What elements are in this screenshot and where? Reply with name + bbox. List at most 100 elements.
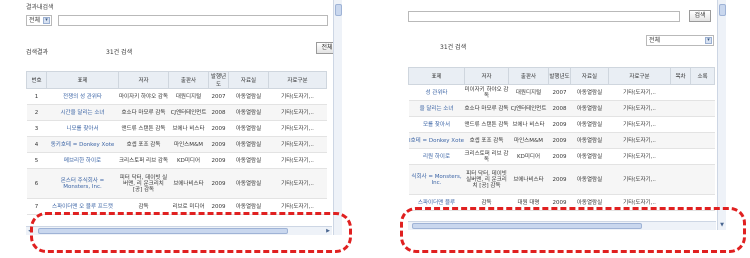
table-row[interactable]: 3 니모를 찾아서 앤드류 스탠튼 감독 브에나 비스타 2009 아동열람실 기타(도자기…	[26, 120, 327, 137]
right-vertical-scrollbar[interactable]: ▼	[717, 0, 726, 230]
chevron-down-icon: ▾	[705, 37, 712, 44]
table-cell: CJ엔터테인먼트	[168, 104, 209, 121]
table-cell: 기타(도자기,..	[608, 84, 671, 101]
table-cell: 2009	[548, 132, 571, 149]
title-link[interactable]: 성 관위타	[408, 84, 465, 101]
column-header: 자료구분	[608, 67, 671, 85]
column-header: 번호	[26, 71, 47, 89]
title-link[interactable]: 동키호테 = Donkey Xote	[46, 136, 119, 153]
table-cell: 아동열람실	[228, 168, 269, 199]
left-result-count: 31건 검색	[106, 49, 133, 56]
column-header: 표제	[408, 67, 465, 85]
left-vertical-scrollbar[interactable]	[333, 0, 342, 235]
table-cell: 기타(도자기,..	[608, 100, 671, 117]
table-cell: 기타(도자기,..	[608, 132, 671, 149]
title-link[interactable]: 을 달리는 소녀	[408, 100, 465, 117]
table-cell: 기타(도자기,..	[268, 88, 327, 105]
table-cell: 아동열람실	[570, 100, 609, 117]
table-row[interactable]: 을 달리는 소녀 호소다 마모루 감독 CJ엔터테인먼트 2008 아동열람실 기타(도자…	[408, 100, 715, 117]
table-cell: 아동열람실	[228, 136, 269, 153]
table-cell: 아동열람실	[570, 84, 609, 101]
title-link[interactable]: 식회사 = Monsters, Inc.	[408, 164, 465, 195]
right-search-panel: 검색 전체 ▾ 31건 검색 표제 저자 출판사 발행년도 자료실 자료구분 목차 소록 성 …	[408, 0, 726, 242]
table-cell: 마이자키 하야오 감독	[118, 88, 169, 105]
table-cell: 미이자키 하야오 감독	[464, 84, 509, 101]
table-cell: 2009	[208, 120, 229, 137]
table-cell: 2007	[548, 84, 571, 101]
table-cell	[670, 164, 691, 195]
left-vscroll-thumb[interactable]	[335, 4, 342, 16]
table-row[interactable]: 1 전쟁의 성 관위타 마이자키 하야오 감독 대원디지털 2007 아동열람실 기타(도자…	[26, 88, 327, 105]
table-row[interactable]: 2 시간을 달리는 소녀 호소다 마모루 감독 CJ엔터테인먼트 2008 아동열람실 기타…	[26, 104, 327, 121]
table-row[interactable]: I호테 = Donkey Xote 호셉 포조 감독 마인스M&M 2009 아동열람실…	[408, 132, 715, 149]
table-cell: 앤드류 스탠튼 감독	[464, 116, 509, 133]
table-cell	[670, 148, 691, 165]
table-row[interactable]: 6 몬스터 주식회사 = Monsters, Inc. 피터 닥터, 데이빗 실버맨…	[26, 168, 327, 199]
right-search-input[interactable]	[408, 11, 680, 22]
table-cell: CJ엔터테인먼트	[508, 100, 549, 117]
table-cell: 피터 닥터, 데이빗 실버맨, 리 운크리치 [공] 감독	[464, 164, 509, 195]
table-cell	[670, 116, 691, 133]
table-row[interactable]: 식회사 = Monsters, Inc. 피터 닥터, 데이빗 실버맨, 리 운크…	[408, 164, 715, 195]
right-scope-select[interactable]: 전체 ▾	[646, 35, 714, 46]
left-search-input[interactable]	[58, 15, 328, 26]
table-cell	[690, 84, 715, 101]
table-cell	[690, 116, 715, 133]
left-scope-value: 전체	[29, 17, 41, 24]
table-cell: KD미디어	[168, 152, 209, 169]
title-link[interactable]: 몬스터 주식회사 = Monsters, Inc.	[46, 168, 119, 199]
left-scope-select[interactable]: 전체 ▾	[26, 15, 52, 26]
table-cell: 기타(도자기,..	[268, 104, 327, 121]
table-cell: 아동열람실	[228, 120, 269, 137]
table-cell: 브에나비스타	[508, 164, 549, 195]
title-link[interactable]: 메브리한 하이로	[46, 152, 119, 169]
title-link[interactable]: 전쟁의 성 관위타	[46, 88, 119, 105]
column-header: 표제	[46, 71, 119, 89]
table-cell: 기타(도자기,..	[608, 148, 671, 165]
left-search-panel: 결과내검색 전체 ▾ 검색결과 31건 검색 전체 번호 표제 저자 출판사 발행년도 자…	[22, 0, 342, 235]
title-link[interactable]: 리원 하이로	[408, 148, 465, 165]
table-row[interactable]: 4 동키호테 = Donkey Xote 호셉 포조 감독 마인스M&M 2009 아동열…	[26, 136, 327, 153]
left-results-table: 번호 표제 저자 출판사 발행년도 자료실 자료구분 1 전쟁의 성 관위타 마이자키 하야오 …	[26, 71, 327, 215]
table-cell: 2007	[208, 88, 229, 105]
column-header: 자료구분	[268, 71, 327, 89]
table-cell	[670, 84, 691, 101]
column-header: 저자	[118, 71, 169, 89]
table-cell: 기타(도자기,..	[268, 168, 327, 199]
table-cell	[690, 164, 715, 195]
table-cell: 기타(도자기,..	[608, 116, 671, 133]
column-header: 목차	[670, 67, 691, 85]
table-cell: 2009	[208, 152, 229, 169]
search-button[interactable]: 검색	[689, 10, 711, 22]
right-results-table: 표제 저자 출판사 발행년도 자료실 자료구분 목차 소록 성 관위타 미이자키 하야오 감독 대…	[408, 67, 715, 211]
table-row[interactable]: 리원 하이로 크리스토퍼 리브 감독 KD미디어 2009 아동열람실 기타(도자기,..	[408, 148, 715, 165]
table-cell: 호소다 마모루 감독	[464, 100, 509, 117]
table-row[interactable]: 모를 찾아서 앤드류 스탠튼 감독 브에나 비스타 2009 아동열람실 기타(도자기,.…	[408, 116, 715, 133]
table-cell: 2009	[548, 116, 571, 133]
table-cell: 호소다 마모루 감독	[118, 104, 169, 121]
title-link[interactable]: 시간을 달리는 소녀	[46, 104, 119, 121]
table-cell	[690, 132, 715, 149]
table-cell: 기타(도자기,..	[608, 164, 671, 195]
table-cell: 크리스토퍼 리브 감독	[464, 148, 509, 165]
table-cell: 2009	[208, 168, 229, 199]
table-cell: 아동열람실	[228, 152, 269, 169]
table-cell: 대원디지털	[508, 84, 549, 101]
table-row[interactable]: 성 관위타 미이자키 하야오 감독 대원디지털 2007 아동열람실 기타(도자기,..	[408, 84, 715, 101]
table-cell: 아동열람실	[228, 88, 269, 105]
title-link[interactable]: I호테 = Donkey Xote	[408, 132, 465, 149]
table-cell: 2008	[208, 104, 229, 121]
table-cell: 마인스M&M	[508, 132, 549, 149]
table-cell: 크리스토퍼 리브 감독	[118, 152, 169, 169]
title-link[interactable]: 모를 찾아서	[408, 116, 465, 133]
table-cell: 2009	[548, 148, 571, 165]
table-cell: 2008	[548, 100, 571, 117]
column-header: 발행년도	[548, 67, 571, 85]
table-cell: 6	[26, 168, 47, 199]
table-cell: 브에나비스타	[168, 168, 209, 199]
right-vscroll-thumb[interactable]	[719, 4, 726, 16]
table-row[interactable]: 5 메브리한 하이로 크리스토퍼 리브 감독 KD미디어 2009 아동열람실 기타(도자기…	[26, 152, 327, 169]
column-header: 출판사	[168, 71, 209, 89]
result-label: 검색결과	[26, 49, 49, 56]
title-link[interactable]: 니모를 찾아서	[46, 120, 119, 137]
